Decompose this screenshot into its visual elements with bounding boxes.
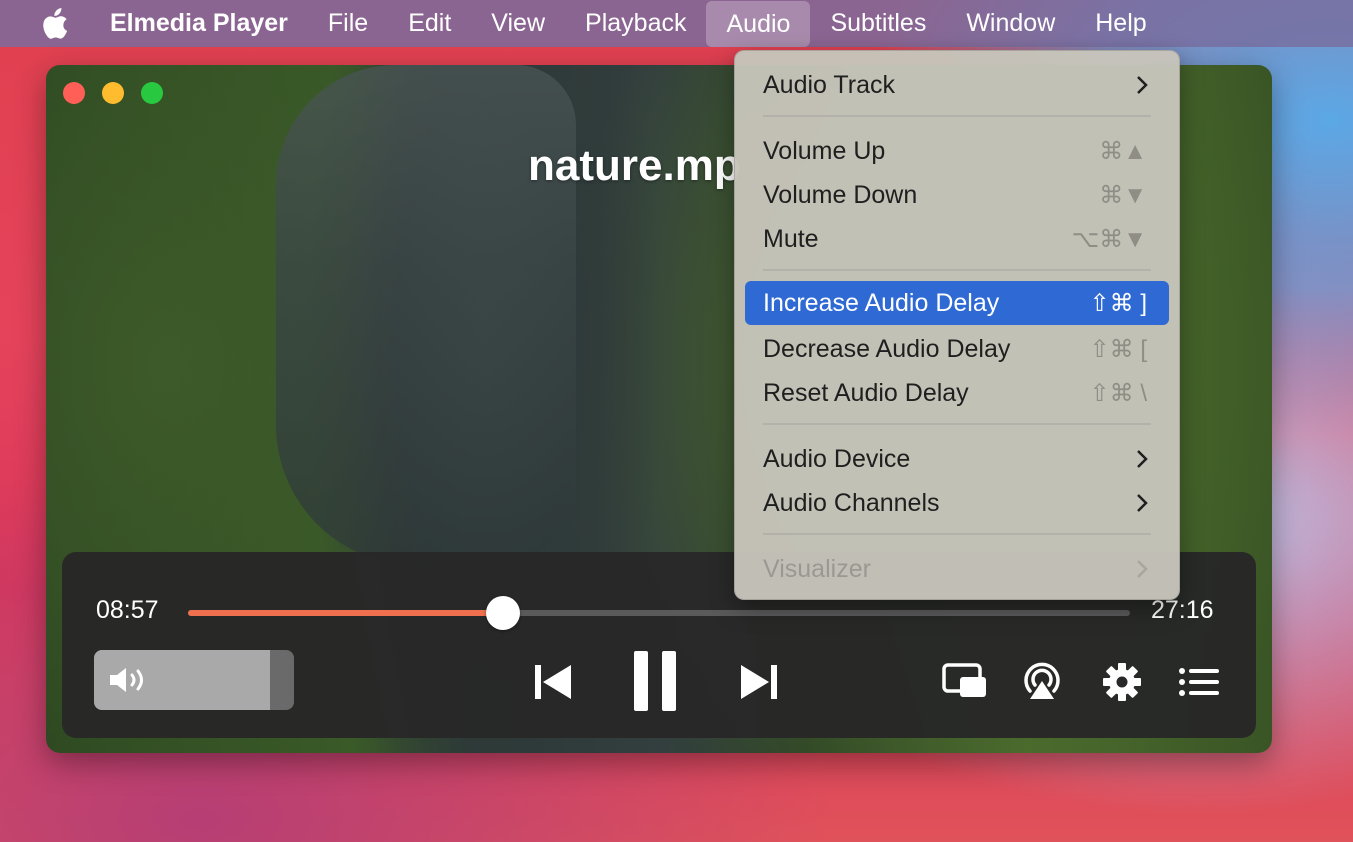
seek-bar[interactable] — [188, 596, 1130, 630]
menu-separator — [763, 269, 1151, 271]
volume-slider[interactable] — [94, 650, 294, 710]
speaker-icon — [110, 668, 143, 692]
picture-in-picture-button[interactable] — [942, 662, 988, 700]
menu-item-shortcut: ⌥⌘▼ — [1071, 226, 1147, 253]
menu-item-label: Reset Audio Delay — [763, 379, 969, 407]
menu-bar: Elmedia Player File Edit View Playback A… — [0, 0, 1353, 47]
menu-item-label: Mute — [763, 225, 819, 253]
menu-item-decrease-audio-delay[interactable]: Decrease Audio Delay ⇧⌘ [ — [745, 327, 1169, 371]
menu-item-label: Audio Track — [763, 71, 896, 99]
menu-item-shortcut: ⇧⌘ ] — [1089, 290, 1147, 317]
gear-icon — [1103, 663, 1141, 701]
minimize-window-button[interactable] — [102, 82, 124, 104]
menu-item-shortcut: ⌘▼ — [1099, 182, 1147, 209]
audio-menu-dropdown: Audio Track Volume Up ⌘▲ Volume Down ⌘▼ … — [734, 50, 1180, 600]
menu-item-label: Audio Device — [763, 445, 911, 473]
menu-help[interactable]: Help — [1075, 0, 1166, 47]
chevron-right-icon — [1137, 450, 1148, 468]
seek-bar-progress — [188, 610, 503, 616]
menu-item-label: Volume Up — [763, 137, 886, 165]
menu-item-visualizer: Visualizer — [745, 547, 1169, 591]
menu-view[interactable]: View — [471, 0, 565, 47]
menu-item-label: Increase Audio Delay — [763, 289, 1000, 317]
menu-item-mute[interactable]: Mute ⌥⌘▼ — [745, 217, 1169, 261]
menu-item-shortcut: ⇧⌘ [ — [1089, 336, 1147, 363]
menu-window[interactable]: Window — [946, 0, 1075, 47]
menu-separator — [763, 423, 1151, 425]
menu-item-volume-up[interactable]: Volume Up ⌘▲ — [745, 129, 1169, 173]
menu-item-audio-track[interactable]: Audio Track — [745, 63, 1169, 107]
menu-item-shortcut: ⌘▲ — [1099, 138, 1147, 165]
menu-app-name[interactable]: Elmedia Player — [94, 0, 308, 47]
next-track-button[interactable] — [738, 662, 780, 702]
chevron-right-icon — [1137, 494, 1148, 512]
menu-subtitles[interactable]: Subtitles — [810, 0, 946, 47]
airplay-icon — [1024, 662, 1060, 699]
current-time: 08:57 — [96, 596, 159, 624]
zoom-window-button[interactable] — [141, 82, 163, 104]
total-time: 27:16 — [1151, 596, 1214, 624]
menu-item-audio-device[interactable]: Audio Device — [745, 437, 1169, 481]
menu-edit[interactable]: Edit — [388, 0, 471, 47]
menu-item-label: Visualizer — [763, 555, 871, 583]
menu-separator — [763, 115, 1151, 117]
menu-separator — [763, 533, 1151, 535]
previous-track-icon — [535, 665, 571, 699]
menu-item-audio-channels[interactable]: Audio Channels — [745, 481, 1169, 525]
video-title: nature.mp — [528, 141, 741, 190]
menu-item-reset-audio-delay[interactable]: Reset Audio Delay ⇧⌘ \ — [745, 371, 1169, 415]
menu-item-label: Audio Channels — [763, 489, 940, 517]
menu-item-label: Volume Down — [763, 181, 918, 209]
apple-icon[interactable] — [40, 7, 68, 40]
seek-bar-thumb[interactable] — [485, 596, 520, 630]
settings-button[interactable] — [1102, 662, 1142, 702]
playlist-icon — [1179, 668, 1219, 696]
pause-button[interactable] — [634, 650, 678, 712]
next-track-icon — [741, 665, 777, 699]
menu-item-shortcut: ⇧⌘ \ — [1089, 380, 1147, 407]
menu-audio[interactable]: Audio — [706, 0, 811, 47]
picture-in-picture-icon — [942, 663, 986, 697]
playlist-button[interactable] — [1178, 664, 1220, 700]
menu-playback[interactable]: Playback — [565, 0, 706, 47]
pause-icon — [634, 651, 676, 711]
menu-file[interactable]: File — [308, 0, 388, 47]
close-window-button[interactable] — [63, 82, 85, 104]
previous-track-button[interactable] — [532, 662, 574, 702]
airplay-button[interactable] — [1022, 660, 1062, 702]
video-frame — [276, 65, 576, 565]
menu-item-increase-audio-delay[interactable]: Increase Audio Delay ⇧⌘ ] — [745, 281, 1169, 325]
menu-item-label: Decrease Audio Delay — [763, 335, 1011, 363]
menu-item-volume-down[interactable]: Volume Down ⌘▼ — [745, 173, 1169, 217]
chevron-right-icon — [1137, 76, 1148, 94]
chevron-right-icon — [1137, 560, 1148, 578]
